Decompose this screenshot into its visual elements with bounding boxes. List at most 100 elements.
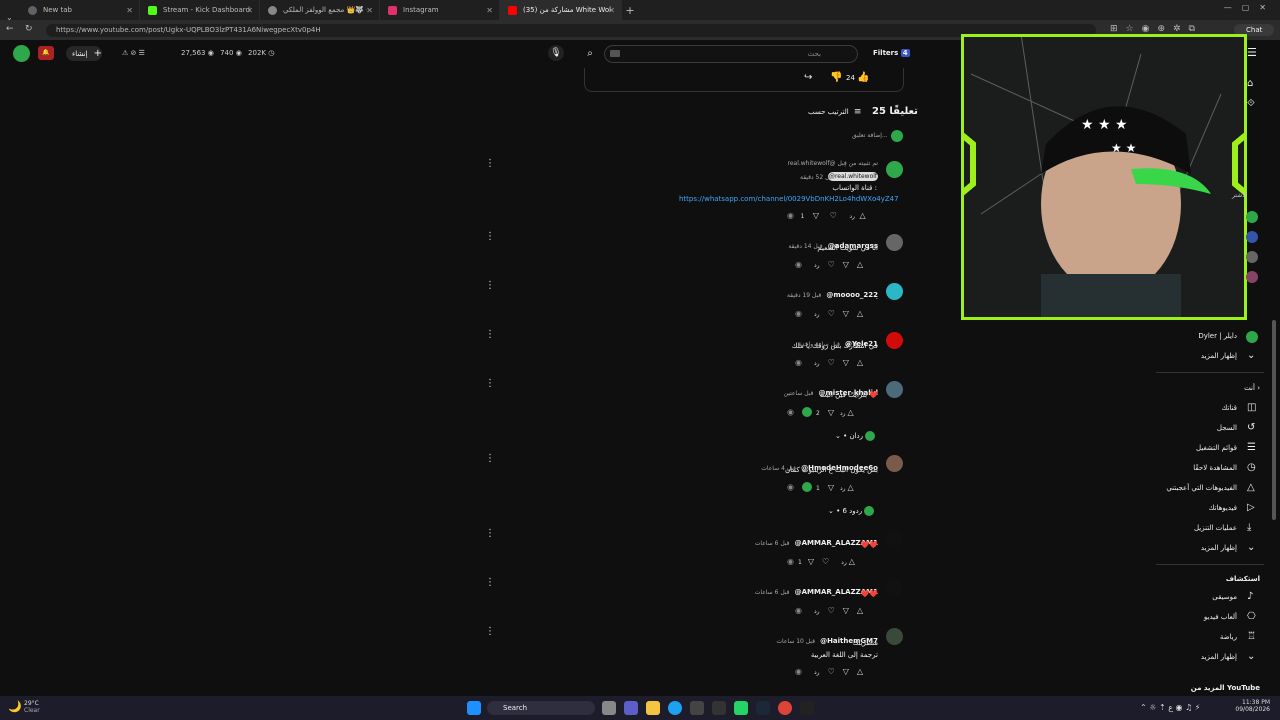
trophy-icon[interactable]: ♖ — [1247, 631, 1256, 642]
close-icon[interactable]: ✕ — [126, 6, 133, 15]
translate-link[interactable]: ترجمة إلى اللغة العربية — [720, 651, 878, 659]
dislike-icon[interactable]: ▽ — [828, 483, 834, 492]
heart-icon[interactable]: ♡ — [828, 606, 835, 615]
like-icon[interactable]: △ — [857, 358, 863, 367]
reply-button[interactable]: رد — [841, 559, 847, 566]
weather-widget[interactable]: 29°C Clear — [24, 700, 40, 714]
dislike-icon[interactable]: ▽ — [808, 557, 814, 566]
sidebar-item-sports[interactable]: رياضة — [1117, 633, 1237, 641]
window-controls[interactable]: —▢✕ — [1224, 3, 1276, 12]
more-options-icon[interactable]: ⋮ — [485, 577, 495, 588]
show-more-button[interactable]: إظهار المزيد — [1117, 653, 1237, 661]
view-replies-button[interactable]: ⌄ • ردان — [835, 431, 876, 441]
new-tab-button[interactable]: + — [622, 4, 638, 17]
creator-heart-icon[interactable]: ◉ — [795, 260, 802, 269]
chrome-icon[interactable] — [778, 701, 792, 715]
like-icon[interactable]: △ — [859, 211, 865, 220]
more-options-icon[interactable]: ⋮ — [485, 329, 495, 340]
steam-icon[interactable] — [756, 701, 770, 715]
creator-heart-icon[interactable]: ◉ — [787, 557, 794, 566]
avatar[interactable] — [1246, 251, 1258, 263]
obs-icon[interactable] — [800, 701, 814, 715]
dislike-icon[interactable]: ▽ — [843, 667, 849, 676]
sidebar-item-music[interactable]: موسيقى — [1117, 593, 1237, 601]
heart-icon[interactable]: ♡ — [830, 211, 837, 220]
edge-icon[interactable] — [668, 701, 682, 715]
reply-button[interactable]: رد — [840, 485, 846, 492]
music-icon[interactable]: ♪ — [1247, 591, 1253, 602]
heart-icon[interactable]: ♡ — [828, 358, 835, 367]
heart-icon[interactable]: ♡ — [822, 557, 829, 566]
sidebar-item-liked[interactable]: الفيديوهات التي أعجبتني — [1117, 484, 1237, 492]
dislike-icon[interactable]: ▽ — [843, 309, 849, 318]
dislike-icon[interactable]: ▽ — [828, 408, 834, 417]
comment-author-chip[interactable]: @real.whitewolf — [828, 172, 878, 181]
mic-icon[interactable]: 🎙 — [548, 45, 564, 61]
clock[interactable]: 11:38 PM 09/08/2026 — [1234, 699, 1270, 713]
avatar[interactable] — [1246, 211, 1258, 223]
like-icon[interactable]: △ — [1247, 482, 1255, 493]
whatsapp-icon[interactable] — [734, 701, 748, 715]
reply-button[interactable]: رد — [814, 360, 820, 367]
more-options-icon[interactable]: ⋮ — [485, 280, 495, 291]
channel-icon[interactable]: ◫ — [1247, 402, 1256, 413]
weather-icon[interactable]: 🌙 — [8, 700, 22, 713]
playlist-icon[interactable]: ☰ — [1247, 442, 1256, 453]
show-more-button[interactable]: إظهار المزيد — [1117, 544, 1237, 552]
download-icon[interactable]: ⤓ — [1247, 522, 1251, 533]
tab-instagram[interactable]: Instagram ✕ — [380, 0, 500, 20]
tab-new[interactable]: New tab ✕ — [20, 0, 140, 20]
heart-icon[interactable]: ♡ — [828, 309, 835, 318]
create-button[interactable]: إنشاء + — [66, 46, 102, 61]
chevron-down-icon[interactable]: ⌄ — [1247, 651, 1255, 662]
sidebar-item-downloads[interactable]: عمليات التنزيل — [1117, 524, 1237, 532]
extension-icons[interactable]: ⊞☆◉⊕✲⧉ — [1110, 24, 1203, 34]
windows-start-icon[interactable] — [467, 701, 481, 715]
teams-icon[interactable] — [624, 701, 638, 715]
tab-youtube[interactable]: (35) مشاركة من White Wolf - واتـ✕ — [500, 0, 622, 20]
store-icon[interactable] — [690, 701, 704, 715]
sidebar-item-watch-later[interactable]: المشاهدة لاحقًا — [1117, 464, 1237, 472]
like-icon[interactable]: △ — [849, 557, 855, 566]
comment-link[interactable]: https://whatsapp.com/channel/0029VbDnKH2… — [679, 195, 899, 203]
sort-button[interactable]: الترتيب حسب ≡ — [808, 107, 861, 117]
file-explorer-icon[interactable] — [646, 701, 660, 715]
url-field[interactable]: https://www.youtube.com/post/Ugkx-UQPLBO… — [46, 24, 1096, 37]
sidebar-item-your-channel[interactable]: قناتك — [1117, 404, 1237, 412]
more-options-icon[interactable]: ⋮ — [485, 453, 495, 464]
creator-heart-icon[interactable]: ◉ — [787, 483, 794, 492]
home-icon[interactable]: ⌂ — [1247, 78, 1253, 89]
tab-whatsapp[interactable]: مجمع الوولفز الملكي 👑🐺 - What✕ — [260, 0, 380, 20]
like-icon[interactable]: △ — [848, 408, 854, 417]
reply-button[interactable]: رد — [849, 213, 855, 220]
dislike-icon[interactable]: ▽ — [843, 606, 849, 615]
notifications-icon[interactable]: 🔔 — [38, 46, 54, 60]
search-input[interactable]: بحث — [604, 45, 858, 63]
reply-button[interactable]: رد — [814, 669, 820, 676]
creator-heart-icon[interactable]: ◉ — [787, 408, 794, 417]
avatar[interactable] — [13, 45, 30, 62]
creator-heart-icon[interactable]: ◉ — [795, 309, 802, 318]
studio-icons[interactable]: ⚠ ⊘ ☰ — [122, 49, 145, 57]
like-icon[interactable]: △ — [857, 606, 863, 615]
reply-button[interactable]: رد — [814, 311, 820, 318]
history-icon[interactable]: ↺ — [1247, 422, 1255, 433]
heart-icon[interactable]: ♡ — [828, 260, 835, 269]
creator-heart-icon[interactable]: ◉ — [787, 211, 794, 220]
close-icon[interactable]: ✕ — [366, 6, 373, 15]
like-icon[interactable]: △ — [857, 667, 863, 676]
avatar[interactable] — [1246, 331, 1258, 343]
more-options-icon[interactable]: ⋮ — [485, 231, 495, 242]
dislike-icon[interactable]: 👎 — [830, 72, 842, 83]
avatar[interactable] — [1246, 231, 1258, 243]
tab-menu-button[interactable]: ⌄ — [0, 0, 20, 22]
filters-button[interactable]: Filters 4 — [873, 49, 910, 57]
dislike-icon[interactable]: ▽ — [843, 358, 849, 367]
menu-icon[interactable]: ☰ — [1247, 46, 1257, 59]
view-replies-button[interactable]: ⌄ • 6 ردود — [828, 506, 875, 516]
sidebar-item-gaming[interactable]: ألعاب فيديو — [1117, 613, 1237, 621]
sidebar-item-history[interactable]: السجل — [1117, 424, 1237, 432]
more-options-icon[interactable]: ⋮ — [485, 528, 495, 539]
more-options-icon[interactable]: ⋮ — [485, 158, 495, 169]
reload-icon[interactable]: ↻ — [25, 24, 33, 34]
